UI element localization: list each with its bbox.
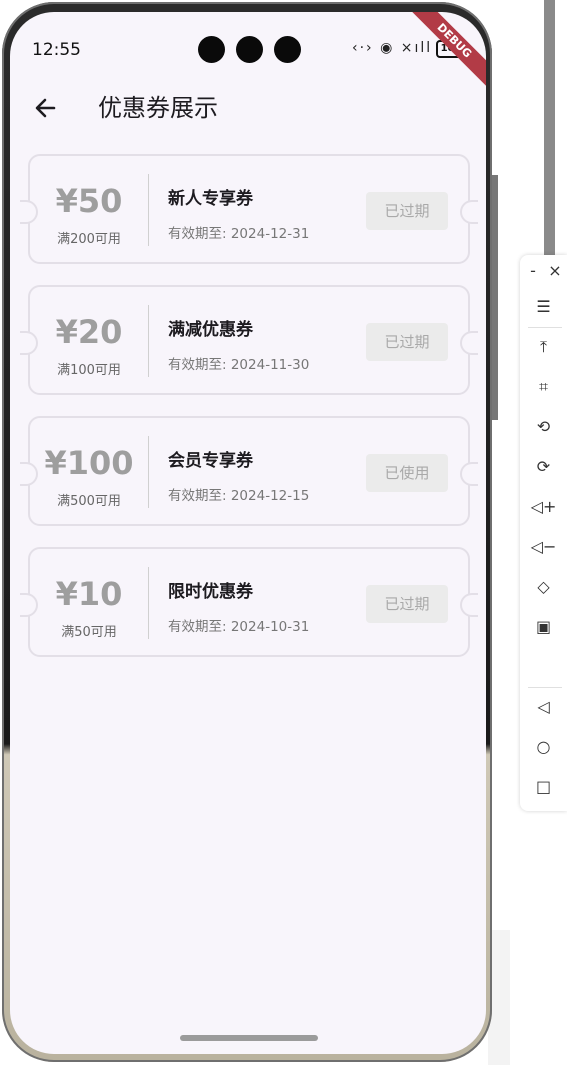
coupon-card[interactable]: ¥20 满100可用 满减优惠券 有效期至: 2024-11-30 已过期 bbox=[20, 285, 478, 395]
coupon-notch bbox=[460, 593, 478, 617]
coupon-card[interactable]: ¥10 满50可用 限时优惠券 有效期至: 2024-10-31 已过期 bbox=[20, 547, 478, 657]
home-indicator[interactable] bbox=[180, 1035, 318, 1041]
minimize-icon[interactable]: - bbox=[522, 261, 544, 280]
coupon-condition: 满50可用 bbox=[61, 625, 117, 640]
coupon-card[interactable]: ¥100 满500可用 会员专享券 有效期至: 2024-12-15 已使用 bbox=[20, 416, 478, 526]
coupon-amount-area: ¥50 满200可用 bbox=[30, 156, 148, 262]
coupon-amount-area: ¥100 满500可用 bbox=[30, 418, 148, 524]
coupon-status-button[interactable]: 已过期 bbox=[366, 585, 448, 623]
nav-home-icon[interactable]: ○ bbox=[520, 737, 567, 756]
menu-icon[interactable]: ☰ bbox=[520, 297, 567, 316]
coupon-amount: ¥100 bbox=[44, 444, 134, 482]
coupon-amount: ¥10 bbox=[55, 575, 123, 613]
coupon-status-button[interactable]: 已过期 bbox=[366, 323, 448, 361]
coupon-list: ¥50 满200可用 新人专享券 有效期至: 2024-12-31 已过期 ¥2… bbox=[20, 154, 478, 678]
coupon-divider bbox=[148, 305, 149, 377]
coupon-name: 满减优惠券 bbox=[168, 320, 253, 340]
camera-icon bbox=[198, 36, 225, 63]
screenshot-icon[interactable]: ▣ bbox=[520, 617, 567, 636]
coupon-name: 限时优惠券 bbox=[168, 582, 253, 602]
coupon-divider bbox=[148, 174, 149, 246]
pin-top-icon[interactable]: ⤒ bbox=[520, 337, 567, 357]
coupon-expire: 有效期至: 2024-10-31 bbox=[168, 619, 310, 635]
toolbar-divider bbox=[528, 687, 562, 688]
emulator-bg-strip bbox=[544, 0, 555, 255]
status-bar: 12:55 ‹·› ◉ ×ıll 100 DEBUG bbox=[10, 12, 486, 90]
close-icon[interactable]: × bbox=[544, 261, 566, 280]
app-bar: 优惠券展示 bbox=[10, 82, 486, 138]
coupon-amount-area: ¥10 满50可用 bbox=[30, 549, 148, 655]
coupon-expire: 有效期至: 2024-12-31 bbox=[168, 226, 310, 242]
emulator-toolbar: - × ☰ ⤒ ⌗ ⟲ ⟳ ◁+ ◁− ◇ ▣ ◁ ○ □ bbox=[520, 255, 567, 811]
coupon-name: 会员专享券 bbox=[168, 451, 253, 471]
signal-wifi-icons: ‹·› ◉ ×ıll bbox=[352, 40, 433, 56]
coupon-notch bbox=[460, 462, 478, 486]
crop-icon[interactable]: ⌗ bbox=[520, 377, 567, 397]
volume-down-icon[interactable]: ◁− bbox=[520, 537, 567, 556]
coupon-divider bbox=[148, 436, 149, 508]
coupon-amount: ¥20 bbox=[55, 313, 123, 351]
coupon-condition: 满100可用 bbox=[57, 363, 121, 378]
volume-up-icon[interactable]: ◁+ bbox=[520, 497, 567, 516]
coupon-amount-area: ¥20 满100可用 bbox=[30, 287, 148, 393]
toolbar-divider bbox=[528, 327, 562, 328]
coupon-condition: 满200可用 bbox=[57, 232, 121, 247]
phone-frame: 12:55 ‹·› ◉ ×ıll 100 DEBUG 优惠券展示 ¥50 满20… bbox=[2, 2, 492, 1062]
device-screen: 12:55 ‹·› ◉ ×ıll 100 DEBUG 优惠券展示 ¥50 满20… bbox=[10, 12, 486, 1054]
status-time: 12:55 bbox=[32, 40, 81, 60]
nav-back-icon[interactable]: ◁ bbox=[520, 697, 567, 716]
coupon-notch bbox=[460, 200, 478, 224]
coupon-status-button[interactable]: 已过期 bbox=[366, 192, 448, 230]
shake-icon[interactable]: ◇ bbox=[520, 577, 567, 596]
coupon-name: 新人专享券 bbox=[168, 189, 253, 209]
back-arrow-icon[interactable] bbox=[32, 94, 60, 122]
coupon-card[interactable]: ¥50 满200可用 新人专享券 有效期至: 2024-12-31 已过期 bbox=[20, 154, 478, 264]
coupon-status-button[interactable]: 已使用 bbox=[366, 454, 448, 492]
rotate-right-icon[interactable]: ⟳ bbox=[520, 457, 567, 476]
camera-icon bbox=[274, 36, 301, 63]
coupon-notch bbox=[460, 331, 478, 355]
coupon-condition: 满500可用 bbox=[57, 494, 121, 509]
coupon-expire: 有效期至: 2024-12-15 bbox=[168, 488, 310, 504]
coupon-expire: 有效期至: 2024-11-30 bbox=[168, 357, 310, 373]
camera-icon bbox=[236, 36, 263, 63]
nav-recent-icon[interactable]: □ bbox=[520, 777, 567, 796]
page-title: 优惠券展示 bbox=[98, 94, 218, 122]
rotate-left-icon[interactable]: ⟲ bbox=[520, 417, 567, 436]
coupon-divider bbox=[148, 567, 149, 639]
coupon-amount: ¥50 bbox=[55, 182, 123, 220]
